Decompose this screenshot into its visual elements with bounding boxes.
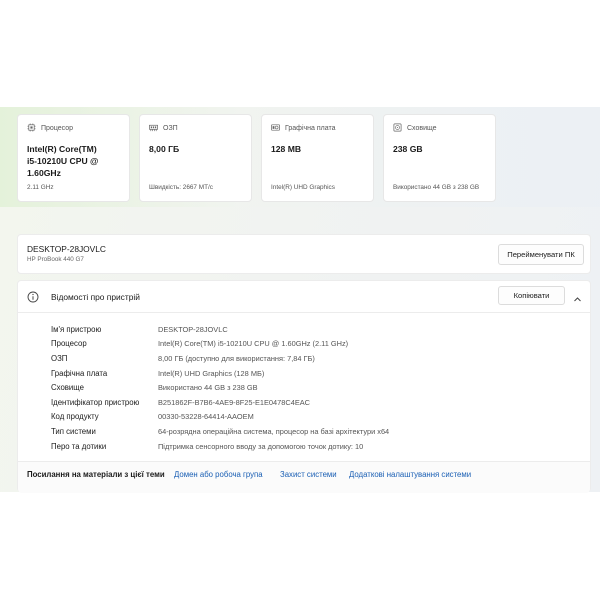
- processor-card-label: Процесор: [41, 125, 74, 132]
- processor-card-sub: 2.11 GHz: [27, 184, 54, 191]
- device-model: HP ProBook 440 G7: [27, 256, 84, 263]
- ram-card-label: ОЗП: [163, 125, 178, 132]
- spec-key: ОЗП: [51, 353, 68, 363]
- device-specifications-header[interactable]: Відомості про пристрій Копіювати: [18, 281, 590, 313]
- spec-key: Процесор: [51, 339, 87, 349]
- specifications-list: Ім'я пристрою DESKTOP-28JOVLC Процесор Int…: [51, 322, 389, 453]
- storage-card-sub: Використано 44 GB з 238 GB: [393, 184, 480, 191]
- storage-card: Сховище 238 GB Використано 44 GB з 238 G…: [383, 114, 496, 202]
- spec-row: Ідентифікатор пристрою B251862F-B7B6-4AE9…: [51, 395, 389, 410]
- spec-key: Ідентифікатор пристрою: [51, 397, 140, 407]
- domain-workgroup-link[interactable]: Домен або робоча група: [174, 470, 263, 479]
- related-links-bar: Посилання на матеріали з цієї теми Домен…: [18, 461, 590, 493]
- spec-value: Підтримка сенсорного вводу за допомогою …: [158, 441, 364, 451]
- gpu-card-value: 128 MB: [271, 144, 302, 154]
- spec-value: 64-розрядна операційна система, процесор…: [158, 426, 390, 436]
- spec-key: Тип системи: [51, 426, 96, 436]
- info-icon: [27, 290, 39, 308]
- processor-card-value: Intel(R) Core(TM) i5-10210U CPU @ 1.60GH…: [27, 143, 120, 179]
- spec-value: 00330-53228-64414-AAOEM: [158, 412, 254, 422]
- spec-row: Код продукту 00330-53228-64414-AAOEM: [51, 410, 389, 425]
- ram-icon: [149, 123, 158, 134]
- gpu-icon: [271, 123, 280, 134]
- spec-value: 8,00 ГБ (доступно для використання: 7,84…: [158, 353, 315, 363]
- spec-key: Код продукту: [51, 412, 99, 422]
- device-name-section: DESKTOP-28JOVLC HP ProBook 440 G7 Перейм…: [17, 234, 591, 274]
- processor-value-line: i5-10210U CPU @: [27, 156, 99, 166]
- rename-pc-button[interactable]: Перейменувати ПК: [498, 244, 584, 265]
- spec-row: Сховище Використано 44 GB з 238 GB: [51, 380, 389, 395]
- spec-value: Intel(R) UHD Graphics (128 МБ): [158, 368, 265, 378]
- spec-key: Перо та дотики: [51, 441, 107, 451]
- spec-row: ОЗП 8,00 ГБ (доступно для використання: 7…: [51, 351, 389, 366]
- processor-card: Процесор Intel(R) Core(TM) i5-10210U CPU…: [17, 114, 130, 202]
- device-name: DESKTOP-28JOVLC: [27, 244, 106, 254]
- cpu-icon: [27, 123, 36, 134]
- processor-value-line: Intel(R) Core(TM): [27, 144, 97, 154]
- system-protection-link[interactable]: Захист системи: [280, 470, 337, 479]
- spec-value: B251862F-B7B6-4AE9-8F25-E1E0478C4EAC: [158, 397, 311, 407]
- copy-button[interactable]: Копіювати: [498, 286, 565, 305]
- spec-row: Графічна плата Intel(R) UHD Graphics (128…: [51, 366, 389, 381]
- spec-row: Ім'я пристрою DESKTOP-28JOVLC: [51, 322, 389, 337]
- device-specifications-panel: Відомості про пристрій Копіювати Ім'я пр…: [17, 280, 591, 493]
- spec-row: Тип системи 64-розрядна операційна систем…: [51, 424, 389, 439]
- advanced-system-settings-link[interactable]: Додаткові налаштування системи: [349, 470, 471, 479]
- storage-card-label: Сховище: [407, 125, 437, 132]
- gpu-card: Графічна плата 128 MB Intel(R) UHD Graph…: [261, 114, 374, 202]
- storage-icon: [393, 123, 402, 134]
- storage-card-value: 238 GB: [393, 144, 423, 154]
- ram-card-value: 8,00 ГБ: [149, 144, 180, 154]
- device-specifications-title: Відомості про пристрій: [51, 292, 140, 302]
- spec-key: Ім'я пристрою: [51, 324, 102, 334]
- related-links-label: Посилання на матеріали з цієї теми: [27, 470, 165, 479]
- spec-row: Процесор Intel(R) Core(TM) i5-10210U CPU …: [51, 337, 389, 352]
- spec-value: DESKTOP-28JOVLC: [158, 324, 228, 334]
- spec-value: Intel(R) Core(TM) i5-10210U CPU @ 1.60GH…: [158, 339, 349, 349]
- chevron-up-icon[interactable]: [573, 291, 582, 309]
- spec-row: Перо та дотики Підтримка сенсорного вводу…: [51, 439, 389, 454]
- spec-value: Використано 44 GB з 238 GB: [158, 383, 258, 393]
- ram-card-sub: Швидкість: 2667 МТ/с: [149, 184, 213, 191]
- gpu-card-sub: Intel(R) UHD Graphics: [271, 184, 335, 191]
- spec-key: Сховище: [51, 383, 84, 393]
- processor-value-line: 1.60GHz: [27, 168, 61, 178]
- spec-key: Графічна плата: [51, 368, 108, 378]
- gpu-card-label: Графічна плата: [285, 125, 336, 132]
- ram-card: ОЗП 8,00 ГБ Швидкість: 2667 МТ/с: [139, 114, 252, 202]
